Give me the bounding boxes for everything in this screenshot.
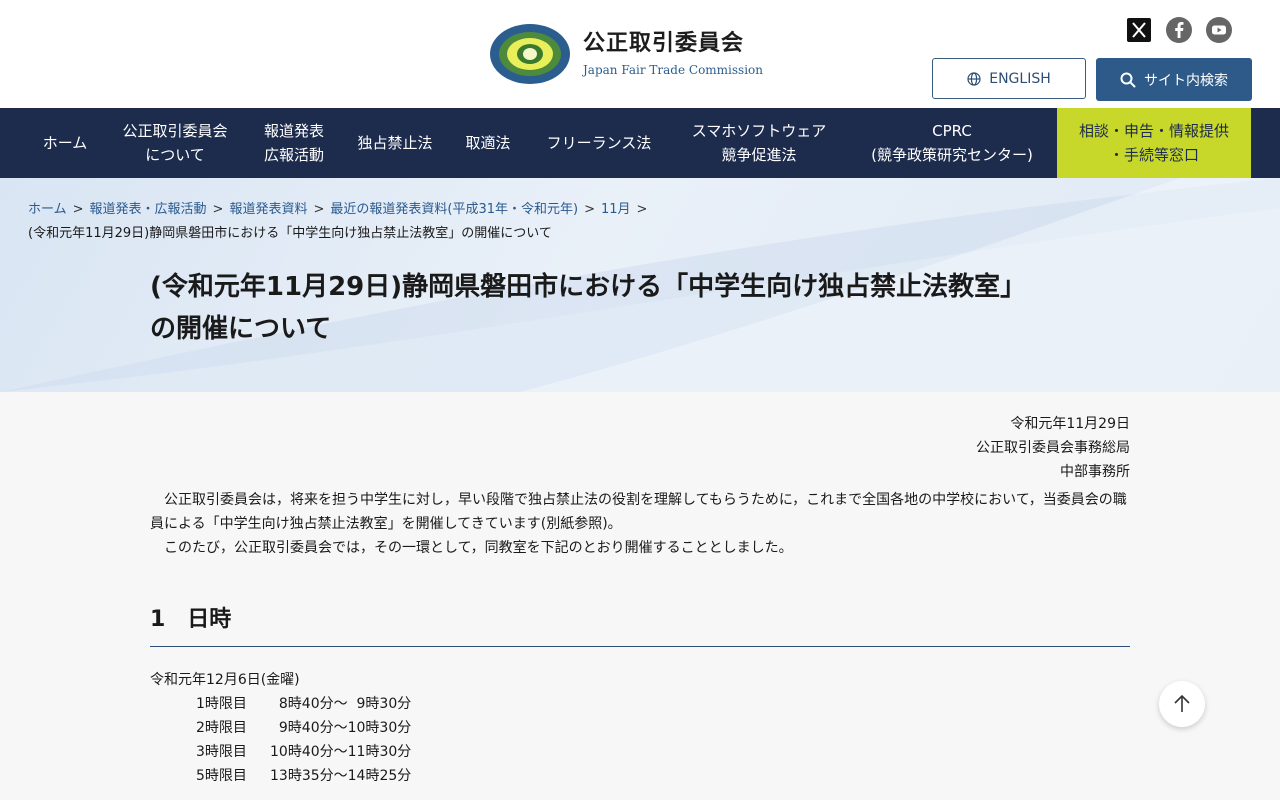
release-meta: 令和元年11月29日 公正取引委員会事務総局 中部事務所 (976, 412, 1130, 484)
social-links (1126, 17, 1232, 43)
nav-item-subcontract[interactable]: 取適法 (450, 108, 526, 178)
nav-item-antimonopoly[interactable]: 独占禁止法 (344, 108, 446, 178)
schedule-row: 3時限目 10時40分～11時30分 (150, 740, 411, 764)
schedule-date: 令和元年12月6日(金曜) (150, 672, 300, 688)
x-icon[interactable] (1126, 17, 1152, 43)
nav-item-freelance[interactable]: フリーランス法 (530, 108, 668, 178)
schedule-time: 13時35分～14時25分 (270, 768, 412, 784)
english-label: ENGLISH (989, 70, 1051, 87)
schedule-period: 3時限目 (196, 744, 247, 760)
schedule-row: 5時限目 13時35分～14時25分 (150, 764, 411, 788)
section-heading-datetime: 1 日時 (150, 600, 1130, 647)
intro-paragraph-1: 公正取引委員会は，将来を担う中学生に対し，早い段階で独占禁止法の役割を理解しても… (150, 492, 1127, 532)
breadcrumb-separator: > (636, 202, 648, 217)
org-name-ja: 公正取引委員会 (583, 31, 745, 56)
schedule-period: 1時限目 (196, 696, 247, 712)
breadcrumb-separator: > (212, 202, 224, 217)
intro-paragraph-2: このたび，公正取引委員会では，その一環として，同教室を下記のとおり開催することと… (164, 540, 793, 556)
intro-text: 公正取引委員会は，将来を担う中学生に対し，早い段階で独占禁止法の役割を理解しても… (150, 488, 1130, 560)
schedule-time: 9時40分～10時30分 (270, 720, 412, 736)
global-nav: ホーム 公正取引委員会 について 報道発表 広報活動 独占禁止法 取適法 フリー… (0, 108, 1280, 178)
page-hero: ホーム > 報道発表・広報活動 > 報道発表資料 > 最近の報道発表資料(平成31年・令和元… (0, 178, 1280, 392)
search-icon (1120, 72, 1136, 87)
schedule-list: 令和元年12月6日(金曜) 1時限目 8時40分～ 9時30分 2時限目 9時4… (150, 668, 411, 788)
facebook-icon[interactable] (1166, 17, 1192, 43)
schedule-time: 8時40分～ 9時30分 (270, 696, 412, 712)
schedule-row: 2時限目 9時40分～10時30分 (150, 716, 411, 740)
org-name-en: Japan Fair Trade Commission (583, 63, 763, 77)
breadcrumb-separator: > (72, 202, 84, 217)
site-search-button[interactable]: サイト内検索 (1096, 58, 1252, 101)
globe-icon (967, 71, 981, 86)
nav-item-press[interactable]: 報道発表 広報活動 (248, 108, 340, 178)
release-issuer: 公正取引委員会事務総局 (976, 440, 1130, 456)
nav-item-cprc[interactable]: CPRC (競争政策研究センター) (850, 108, 1054, 178)
schedule-row: 1時限目 8時40分～ 9時30分 (150, 692, 411, 716)
breadcrumb-link-press-materials[interactable]: 報道発表資料 (229, 202, 307, 217)
nav-item-home[interactable]: ホーム (28, 108, 102, 178)
english-button[interactable]: ENGLISH (932, 58, 1086, 99)
schedule-period: 2時限目 (196, 720, 247, 736)
schedule-time: 10時40分～11時30分 (270, 744, 412, 760)
nav-item-about[interactable]: 公正取引委員会 について (106, 108, 244, 178)
youtube-icon[interactable] (1206, 17, 1232, 43)
breadcrumb-link-recent[interactable]: 最近の報道発表資料(平成31年・令和元年) (330, 202, 578, 217)
release-office: 中部事務所 (1060, 464, 1130, 480)
release-date: 令和元年11月29日 (1010, 416, 1130, 432)
breadcrumb-link-november[interactable]: 11月 (601, 202, 631, 217)
page-title-line1: (令和元年11月29日)静岡県磐田市における「中学生向け独占禁止法教室」 (150, 272, 1027, 302)
breadcrumb-current: (令和元年11月29日)静岡県磐田市における「中学生向け独占禁止法教室」の開催に… (28, 226, 552, 241)
search-label: サイト内検索 (1144, 72, 1228, 89)
breadcrumb-link-press[interactable]: 報道発表・広報活動 (90, 202, 207, 217)
breadcrumb-separator: > (584, 202, 595, 217)
arrow-up-icon (1174, 694, 1190, 712)
nav-item-smartphone[interactable]: スマホソフトウェア 競争促進法 (672, 108, 846, 178)
page-title-line2: の開催について (150, 314, 332, 344)
breadcrumb-link-home[interactable]: ホーム (28, 202, 67, 217)
schedule-period: 5時限目 (196, 768, 247, 784)
jftc-logo-icon (490, 24, 570, 84)
back-to-top-button[interactable] (1159, 681, 1205, 727)
nav-item-consultation[interactable]: 相談・申告・情報提供 ・手続等窓口 (1057, 108, 1251, 178)
site-logo[interactable]: 公正取引委員会 Japan Fair Trade Commission (489, 23, 763, 85)
breadcrumb: ホーム > 報道発表・広報活動 > 報道発表資料 > 最近の報道発表資料(平成31年・令和元… (28, 198, 728, 246)
breadcrumb-separator: > (313, 202, 325, 217)
page-title: (令和元年11月29日)静岡県磐田市における「中学生向け独占禁止法教室」 の開催… (150, 266, 1150, 350)
site-header: 公正取引委員会 Japan Fair Trade Commission ENGL… (0, 0, 1280, 108)
main-content: 令和元年11月29日 公正取引委員会事務総局 中部事務所 公正取引委員会は，将来… (0, 392, 1280, 800)
